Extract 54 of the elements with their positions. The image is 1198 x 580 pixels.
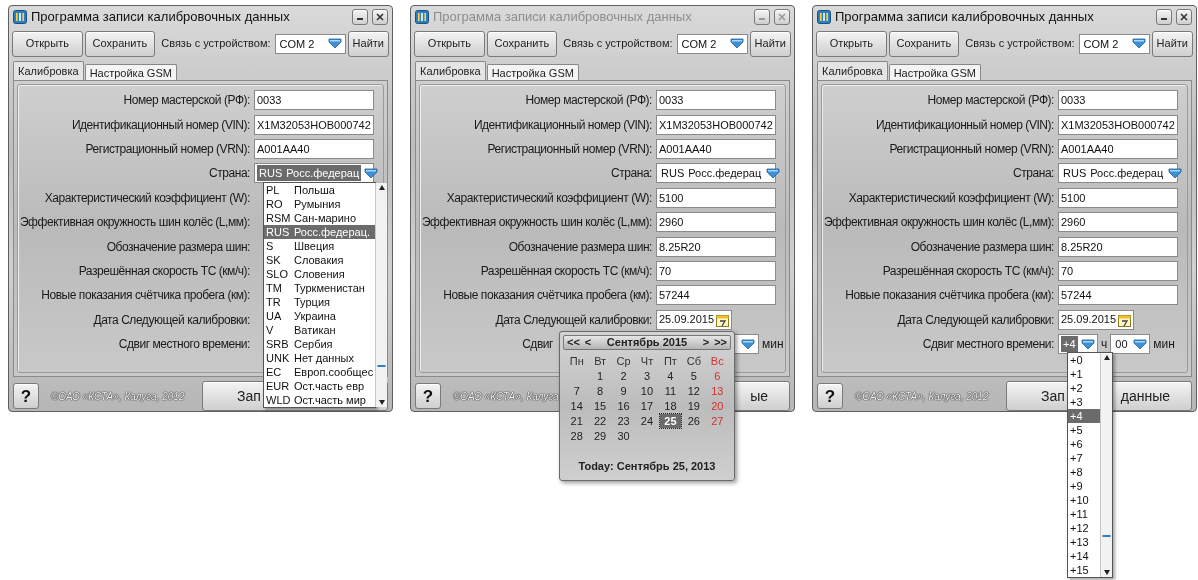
field-label: Регистрационный номер (VRN): <box>889 140 1054 158</box>
field-label: Обозначение размера шин: <box>106 238 250 256</box>
connection-label: Связь с устройством: <box>965 36 1075 52</box>
field-label: Характеристический коэффициент (W): <box>446 189 652 207</box>
window-title: Программа записи калибровочных данных <box>433 8 693 27</box>
calendar-month: Сентябрь 2015 <box>606 335 688 351</box>
field-label: Номер мастерской (РФ): <box>927 92 1054 110</box>
field-label: Страна: <box>611 165 652 183</box>
weekday-label: Пн <box>568 354 585 368</box>
field-label: Идентификационный номер (VIN): <box>71 116 250 134</box>
field-label: Идентификационный номер (VIN): <box>473 116 652 134</box>
field-label: Обозначение размера шин: <box>910 238 1054 256</box>
field-label: Идентификационный номер (VIN): <box>875 116 1054 134</box>
connection-label: Связь с устройством: <box>161 36 271 52</box>
connection-label: Связь с устройством: <box>563 36 673 52</box>
field-label: Регистрационный номер (VRN): <box>85 140 250 158</box>
copyright-text: ©ОАО «КСТА», Калуга, 2012 <box>51 389 185 404</box>
unit-label: ч <box>1101 336 1108 354</box>
weekday-label: Вт <box>593 354 608 368</box>
field-label: Регистрационный номер (VRN): <box>487 140 652 158</box>
unit-label: мин <box>762 336 784 354</box>
weekday-label: Пт <box>662 354 678 368</box>
field-label: Сдвиг местного времени: <box>118 336 250 354</box>
field-label: Новые показания счётчика пробега (км): <box>41 287 250 305</box>
field-label: Новые показания счётчика пробега (км): <box>845 287 1054 305</box>
weekday-label: Чт <box>639 354 655 368</box>
today-label: Today: Сентябрь 25, 2013 <box>577 458 717 474</box>
field-label: Сдвиг местного времени: <box>922 336 1054 354</box>
field-label: Дата Следующей калибровки: <box>495 311 652 329</box>
field-label: Страна: <box>209 165 250 183</box>
field-label: Характеристический коэффициент (W): <box>848 189 1054 207</box>
window-title: Программа записи калибровочных данных <box>835 8 1095 27</box>
field-label: Дата Следующей калибровки: <box>93 311 250 329</box>
field-label: Новые показания счётчика пробега (км): <box>443 287 652 305</box>
field-label: Разрешённая скорость ТС (км/ч): <box>882 262 1054 280</box>
weekday-label: Вс <box>709 354 725 368</box>
field-label: Сдвиг <box>522 336 553 354</box>
field-label: Обозначение размера шин: <box>508 238 652 256</box>
window-title: Программа записи калибровочных данных <box>31 8 291 27</box>
field-label: Эффективная окружность шин колёс (L,мм): <box>19 214 250 232</box>
copyright-text: ©ОАО «КСТА», Калуга, 2012 <box>855 389 989 404</box>
field-label: Дата Следующей калибровки: <box>897 311 1054 329</box>
field-label: Разрешённая скорость ТС (км/ч): <box>78 262 250 280</box>
field-label: Страна: <box>1013 165 1054 183</box>
weekday-label: Ср <box>615 354 632 368</box>
unit-label: мин <box>1153 336 1175 354</box>
copyright-text: ©ОАО «КСТА», Калуга <box>453 389 559 404</box>
field-label: Эффективная окружность шин колёс (L,мм): <box>823 214 1054 232</box>
field-label: Эффективная окружность шин колёс (L,мм): <box>421 214 652 232</box>
field-label: Разрешённая скорость ТС (км/ч): <box>480 262 652 280</box>
field-label: Номер мастерской (РФ): <box>525 92 652 110</box>
field-label: Характеристический коэффициент (W): <box>44 189 250 207</box>
field-label: Номер мастерской (РФ): <box>123 92 250 110</box>
weekday-label: Сб <box>685 354 702 368</box>
